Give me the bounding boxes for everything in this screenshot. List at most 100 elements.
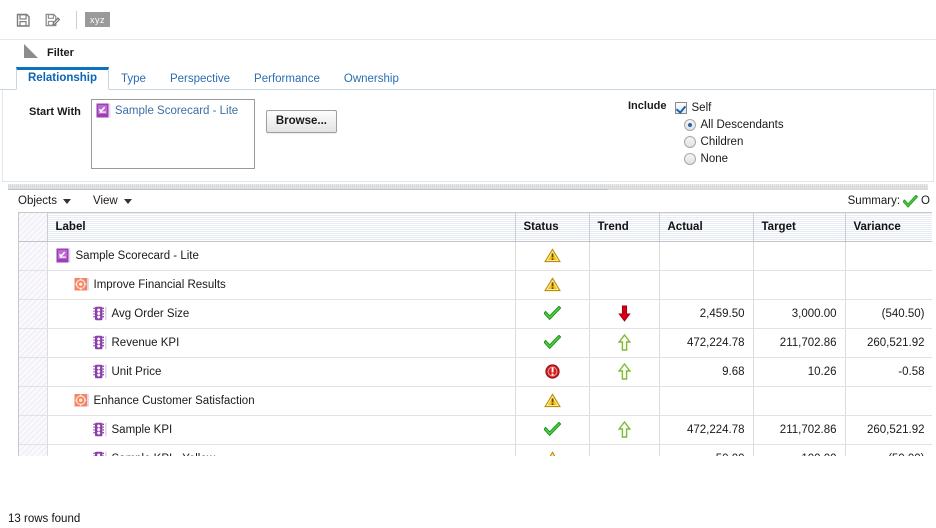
row-drag-handle[interactable] [19, 415, 48, 445]
include-options: Self All Descendants Children None [674, 99, 784, 167]
kpi-icon [92, 364, 106, 379]
chevron-down-icon [63, 198, 71, 204]
view-menu-label: View [93, 195, 118, 207]
browse-button[interactable]: Browse... [265, 110, 337, 133]
table-row[interactable]: Enhance Customer Satisfaction [19, 386, 932, 416]
row-label-cell[interactable]: Improve Financial Results [47, 270, 516, 300]
view-menu-button[interactable]: View [93, 195, 132, 207]
column-header-status[interactable]: Status [515, 213, 590, 242]
tab-performance[interactable]: Performance [242, 68, 332, 90]
scorecard-icon [96, 103, 111, 118]
column-header-target[interactable]: Target [753, 213, 846, 242]
radio-none-label: None [700, 152, 729, 165]
tab-ownership[interactable]: Ownership [332, 68, 411, 90]
chevron-down-icon [123, 198, 132, 204]
top-toolbar: xyz [0, 0, 936, 40]
trend-up-icon [617, 421, 631, 438]
trend-indicator [589, 386, 660, 416]
table-row[interactable]: Sample KPI 472,224.78 211,702.86 260,521.92 [19, 415, 932, 445]
row-label-cell[interactable]: Enhance Customer Satisfaction [47, 386, 516, 416]
trend-indicator [589, 357, 660, 387]
toolbar-divider [76, 10, 77, 29]
trend-indicator [589, 270, 660, 300]
tab-perspective[interactable]: Perspective [158, 68, 242, 90]
row-label-cell[interactable]: Unit Price [47, 357, 516, 387]
row-label-text: Sample Scorecard - Lite [75, 249, 199, 262]
trend-indicator [589, 328, 660, 358]
status-warning-icon [549, 451, 555, 456]
status-badge[interactable] [515, 415, 590, 445]
table-row[interactable]: Avg Order Size 2,459.50 3,000.00 (540.50) [19, 299, 932, 329]
table-row[interactable]: Sample Scorecard - Lite [19, 241, 932, 271]
radio-none[interactable]: None [683, 150, 784, 167]
row-actual-value: 9.68 [659, 357, 754, 387]
row-actual-value: 472,224.78 [659, 328, 754, 358]
objects-menu-label: Objects [18, 195, 57, 207]
summary-value: O [921, 195, 930, 207]
checkbox-self-label: Self [691, 101, 712, 114]
table-row[interactable]: Unit Price 9.68 10.26 -0.58 [19, 357, 932, 387]
row-drag-handle[interactable] [19, 386, 48, 416]
trend-indicator [589, 444, 660, 456]
row-target-value: 3,000.00 [753, 299, 846, 329]
row-drag-handle[interactable] [19, 444, 48, 456]
rows-found-text: 13 rows found [8, 513, 81, 525]
save-icon [16, 13, 30, 27]
save-as-button[interactable] [39, 7, 65, 33]
trend-down-icon [617, 305, 631, 322]
table-body: Sample Scorecard - Lite Improve Financial… [19, 241, 932, 456]
row-drag-handle[interactable] [19, 241, 48, 271]
include-label: Include [628, 100, 667, 112]
objective-icon [74, 278, 89, 291]
tab-relationship[interactable]: Relationship [16, 67, 110, 90]
row-variance-value: (540.50) [845, 299, 932, 329]
row-label-cell[interactable]: Avg Order Size [47, 299, 516, 329]
row-drag-handle[interactable] [19, 270, 48, 300]
row-label-cell[interactable]: Sample KPI - Yellow [47, 444, 516, 456]
row-drag-handle[interactable] [19, 357, 48, 387]
status-badge[interactable] [515, 357, 590, 387]
column-header-variance[interactable]: Variance [845, 213, 932, 242]
status-badge[interactable] [515, 386, 590, 416]
column-header-trend[interactable]: Trend [589, 213, 660, 242]
checkbox-checked-icon [674, 101, 687, 114]
start-with-list[interactable]: Sample Scorecard - Lite [90, 99, 255, 169]
xyz-button[interactable]: xyz [85, 12, 110, 27]
radio-all-descendants-label: All Descendants [700, 118, 784, 131]
row-actual-value [659, 386, 754, 416]
row-label-cell[interactable]: Sample KPI [47, 415, 516, 445]
row-handle-column-header [19, 213, 48, 242]
table-toolbar: Objects View Summary: O [0, 190, 936, 212]
radio-children[interactable]: Children [683, 133, 784, 150]
status-badge[interactable] [515, 241, 590, 271]
radio-all-descendants[interactable]: All Descendants [683, 116, 784, 133]
status-badge[interactable] [515, 444, 590, 456]
start-with-label: Start With [29, 106, 81, 118]
table-row[interactable]: Revenue KPI 472,224.78 211,702.86 260,521.9… [19, 328, 932, 358]
status-badge[interactable] [515, 299, 590, 329]
table-row[interactable]: Improve Financial Results [19, 270, 932, 300]
include-group: Include Self All Descendants Children No… [628, 99, 784, 167]
save-button[interactable] [10, 7, 36, 33]
row-target-value [753, 386, 846, 416]
panel-splitter[interactable] [0, 182, 936, 190]
tab-type[interactable]: Type [109, 68, 158, 90]
trend-indicator [589, 415, 660, 445]
row-target-value [753, 241, 846, 271]
objects-menu-button[interactable]: Objects [18, 195, 71, 207]
row-actual-value: 50.00 [659, 444, 754, 456]
status-badge[interactable] [515, 270, 590, 300]
filter-disclosure-triangle-icon[interactable] [24, 44, 38, 58]
row-label-cell[interactable]: Revenue KPI [47, 328, 516, 358]
table-row[interactable]: Sample KPI - Yellow 50.00100.00(50.00) [19, 444, 932, 456]
row-drag-handle[interactable] [19, 328, 48, 358]
status-badge[interactable] [515, 328, 590, 358]
row-variance-value: -0.58 [845, 357, 932, 387]
row-label-cell[interactable]: Sample Scorecard - Lite [47, 241, 516, 271]
column-header-actual[interactable]: Actual [659, 213, 754, 242]
row-drag-handle[interactable] [19, 299, 48, 329]
column-header-label[interactable]: Label [47, 213, 516, 242]
radio-selected-icon [683, 118, 696, 131]
list-item[interactable]: Sample Scorecard - Lite [96, 103, 254, 118]
checkbox-self[interactable]: Self [674, 99, 784, 116]
